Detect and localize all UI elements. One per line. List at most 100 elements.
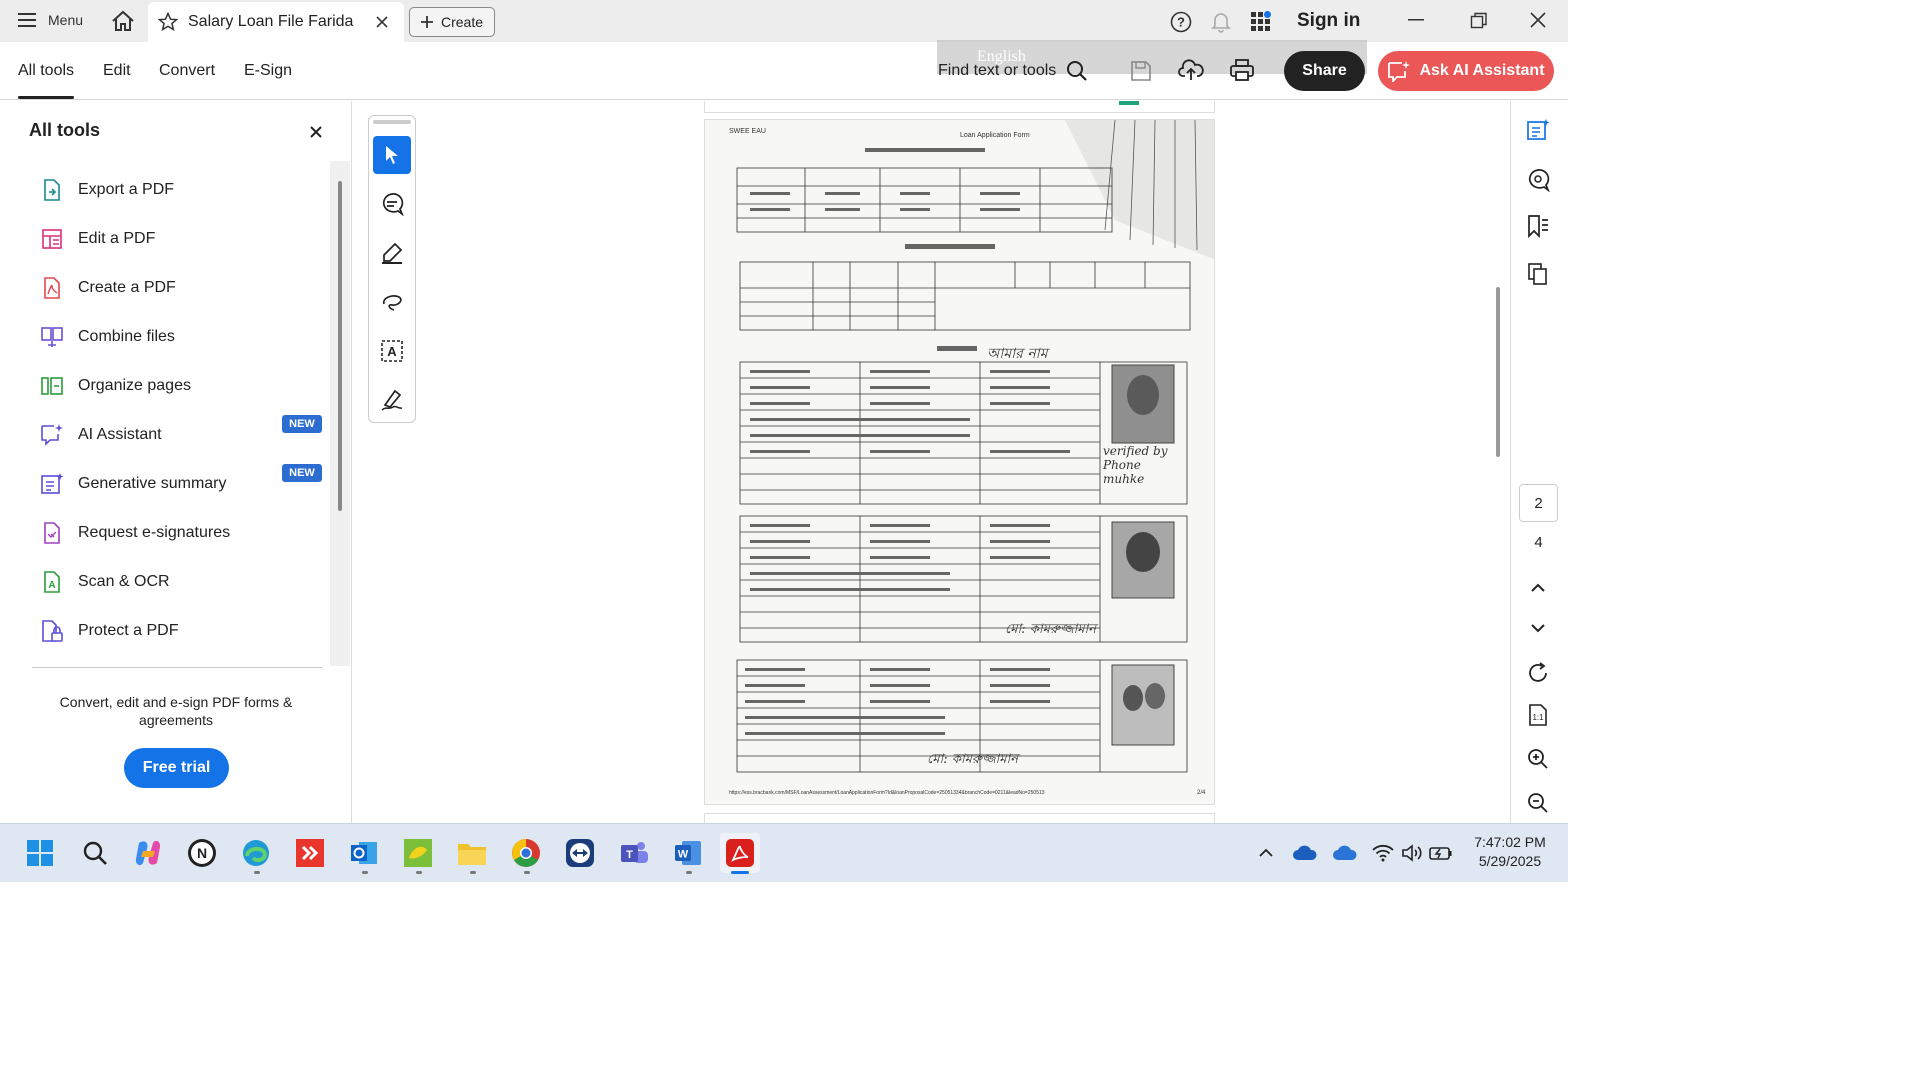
svg-text:1:1: 1:1 xyxy=(1532,713,1544,722)
menu-button[interactable]: Menu xyxy=(18,11,83,29)
apps-button[interactable] xyxy=(1250,11,1272,33)
toolbar-grip[interactable] xyxy=(373,120,411,124)
tool-label: Edit a PDF xyxy=(78,230,156,247)
save-button[interactable] xyxy=(1130,60,1152,87)
system-clock[interactable]: 7:47:02 PM 5/29/2025 xyxy=(1460,833,1560,871)
draw-tool-button[interactable] xyxy=(373,283,411,321)
minimize-button[interactable] xyxy=(1408,18,1426,22)
panel-close-button[interactable] xyxy=(310,121,322,144)
chevron-down-icon xyxy=(1531,624,1545,633)
chevron-up-icon xyxy=(1259,848,1273,857)
acrobat-icon xyxy=(726,839,754,867)
tool-export-pdf[interactable]: Export a PDF xyxy=(40,176,174,204)
comment-tool-button[interactable] xyxy=(373,185,411,223)
taskbar-anydesk[interactable] xyxy=(290,833,330,873)
generative-summary-rail-button[interactable] xyxy=(1520,112,1556,148)
search-button[interactable] xyxy=(1066,60,1088,87)
sign-in-button[interactable]: Sign in xyxy=(1297,10,1360,32)
onedrive-cloud-icon xyxy=(1293,845,1317,860)
tool-protect-pdf[interactable]: Protect a PDF xyxy=(40,617,178,645)
tool-label: Export a PDF xyxy=(78,181,175,198)
tool-generative-summary[interactable]: Generative summary xyxy=(40,470,227,498)
print-button[interactable] xyxy=(1229,58,1255,87)
upload-cloud-button[interactable] xyxy=(1178,58,1204,87)
export-pdf-icon xyxy=(44,179,60,201)
taskbar-app-n[interactable]: N xyxy=(182,833,222,873)
tool-combine-files[interactable]: Combine files xyxy=(40,323,175,351)
svg-text:T: T xyxy=(626,849,633,861)
running-indicator xyxy=(254,871,260,874)
taskbar-search-button[interactable] xyxy=(75,833,115,873)
bookmarks-rail-button[interactable] xyxy=(1520,208,1556,244)
notifications-button[interactable] xyxy=(1211,11,1231,33)
next-page-button[interactable] xyxy=(1520,610,1556,646)
tool-edit-pdf[interactable]: Edit a PDF xyxy=(40,225,155,253)
onedrive-tray-1[interactable] xyxy=(1285,833,1325,873)
tab-esign[interactable]: E-Sign xyxy=(244,62,292,80)
document-scrollbar-thumb[interactable] xyxy=(1496,287,1500,457)
start-button[interactable] xyxy=(20,833,60,873)
previous-page-button[interactable] xyxy=(1520,570,1556,606)
tool-request-esignatures[interactable]: Request e-signatures xyxy=(40,519,230,547)
star-icon[interactable] xyxy=(158,12,178,32)
panel-title: All tools xyxy=(29,120,100,140)
battery-tray[interactable] xyxy=(1421,833,1461,873)
taskbar-teams[interactable]: T xyxy=(614,833,654,873)
sign-tool-button[interactable] xyxy=(373,381,411,419)
comments-rail-button[interactable] xyxy=(1520,162,1556,198)
panel-divider xyxy=(32,667,322,668)
highlight-tool-button[interactable] xyxy=(373,234,411,272)
text-tool-button[interactable]: A xyxy=(373,332,411,370)
fit-page-button[interactable]: 1:1 xyxy=(1520,697,1556,733)
comment-icon xyxy=(1528,169,1550,192)
combine-files-icon xyxy=(41,327,63,347)
taskbar-edge[interactable] xyxy=(236,833,276,873)
teamviewer-icon xyxy=(566,839,594,867)
current-page-input[interactable]: 2 xyxy=(1519,484,1558,522)
free-trial-button[interactable]: Free trial xyxy=(124,748,229,788)
menu-label: Menu xyxy=(48,12,84,28)
tool-label: Request e-signatures xyxy=(78,524,231,541)
taskbar-acrobat[interactable] xyxy=(720,833,760,873)
pages-rail-button[interactable] xyxy=(1520,256,1556,292)
restore-button[interactable] xyxy=(1470,12,1488,30)
share-button[interactable]: Share xyxy=(1284,51,1365,91)
home-icon xyxy=(112,10,134,31)
taskbar-word[interactable]: W xyxy=(668,833,708,873)
tab-title: Salary Loan File Farida ... xyxy=(188,13,358,30)
close-tab-icon[interactable] xyxy=(376,16,388,28)
svg-text:?: ? xyxy=(1177,15,1185,30)
zoom-in-button[interactable] xyxy=(1520,741,1556,777)
select-tool-button[interactable] xyxy=(373,136,411,174)
taskbar-teamviewer[interactable] xyxy=(560,833,600,873)
taskbar-outlook[interactable] xyxy=(344,833,384,873)
taskbar-file-explorer[interactable] xyxy=(452,833,492,873)
page-header-left: SWEE EAU xyxy=(729,128,766,135)
taskbar-chrome[interactable] xyxy=(506,833,546,873)
home-button[interactable] xyxy=(111,10,135,32)
close-window-button[interactable] xyxy=(1530,12,1546,28)
tool-ai-assistant[interactable]: AI Assistant xyxy=(40,421,162,449)
panel-scrollbar-thumb[interactable] xyxy=(338,181,342,511)
zoom-out-button[interactable] xyxy=(1520,785,1556,821)
ask-ai-assistant-button[interactable]: Ask AI Assistant xyxy=(1378,51,1554,91)
tab-all-tools[interactable]: All tools xyxy=(18,62,74,80)
create-button[interactable]: Create xyxy=(409,7,495,37)
help-button[interactable]: ? xyxy=(1170,11,1192,33)
tab-edit[interactable]: Edit xyxy=(103,62,131,80)
taskbar-copilot[interactable] xyxy=(128,833,168,873)
clock-time: 7:47:02 PM xyxy=(1474,834,1546,850)
tool-create-pdf[interactable]: Create a PDF xyxy=(40,274,176,302)
tab-convert[interactable]: Convert xyxy=(159,62,215,80)
onedrive-tray-2[interactable] xyxy=(1325,833,1365,873)
show-hidden-icons-button[interactable] xyxy=(1246,833,1286,873)
svg-text:W: W xyxy=(678,849,689,861)
find-tools-label[interactable]: Find text or tools xyxy=(938,62,1056,80)
pdf-page[interactable]: SWEE EAU Loan Application Form আমার নাম … xyxy=(704,119,1215,805)
document-tab[interactable]: Salary Loan File Farida ... xyxy=(148,2,404,42)
svg-text:A: A xyxy=(387,344,397,359)
taskbar-bangla-app[interactable] xyxy=(398,833,438,873)
rotate-button[interactable] xyxy=(1520,655,1556,691)
tool-organize-pages[interactable]: Organize pages xyxy=(40,372,191,400)
tool-scan-ocr[interactable]: A Scan & OCR xyxy=(40,568,170,596)
